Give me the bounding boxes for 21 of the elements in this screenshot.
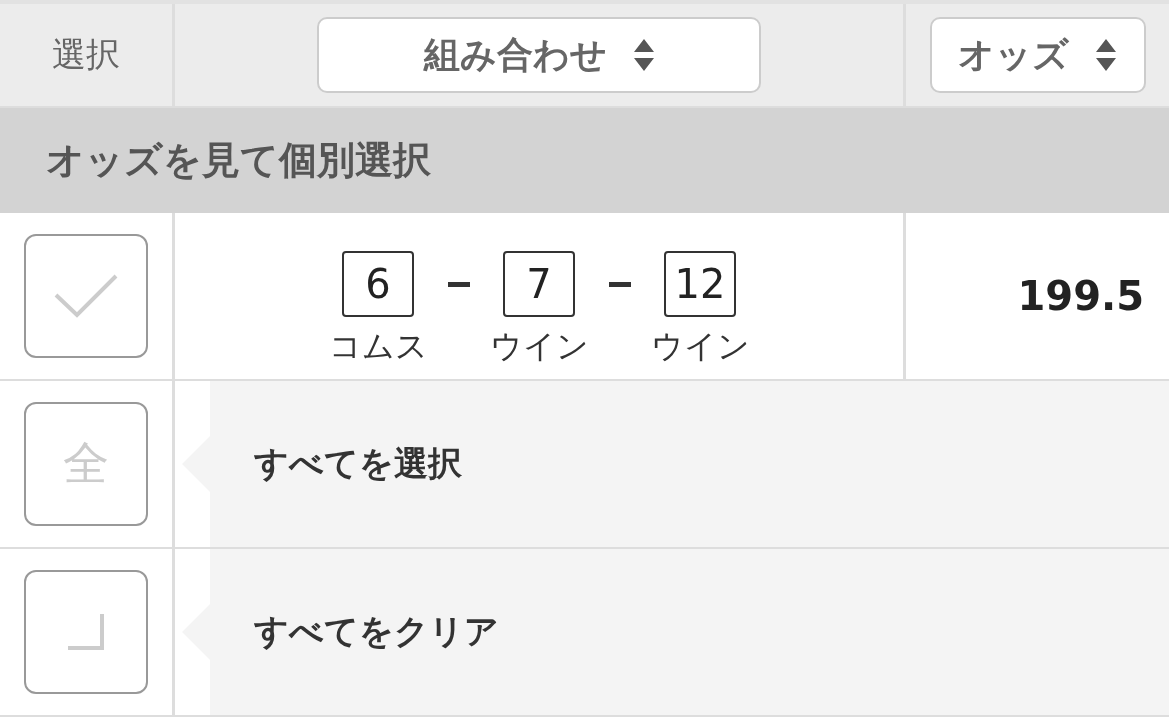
dash-icon bbox=[447, 282, 470, 287]
entry-name: コムス bbox=[328, 326, 428, 367]
dash-icon bbox=[608, 282, 631, 287]
menu-item[interactable]: すべてを選択 bbox=[182, 381, 1169, 547]
number-box: 12 bbox=[664, 251, 736, 317]
number-box: 7 bbox=[503, 251, 575, 317]
number-box: 6 bbox=[342, 251, 414, 317]
column-header: 選択 bbox=[52, 33, 120, 76]
menu-item[interactable]: すべてをクリア bbox=[182, 549, 1169, 715]
corner-icon bbox=[66, 612, 106, 652]
sort-button[interactable]: オッズ bbox=[929, 17, 1146, 93]
sort-icon bbox=[632, 38, 655, 72]
clear-all-button[interactable] bbox=[24, 570, 148, 694]
entry-name: ウイン bbox=[489, 326, 589, 367]
check-icon bbox=[53, 273, 119, 319]
checkbox[interactable] bbox=[24, 234, 148, 358]
sort-button[interactable]: 組み合わせ bbox=[317, 17, 761, 93]
odds-value: 199.5 bbox=[1017, 273, 1144, 319]
section-title: オッズを見て個別選択 bbox=[46, 137, 431, 184]
sort-icon bbox=[1095, 38, 1117, 72]
entry-name: ウイン bbox=[650, 326, 750, 367]
